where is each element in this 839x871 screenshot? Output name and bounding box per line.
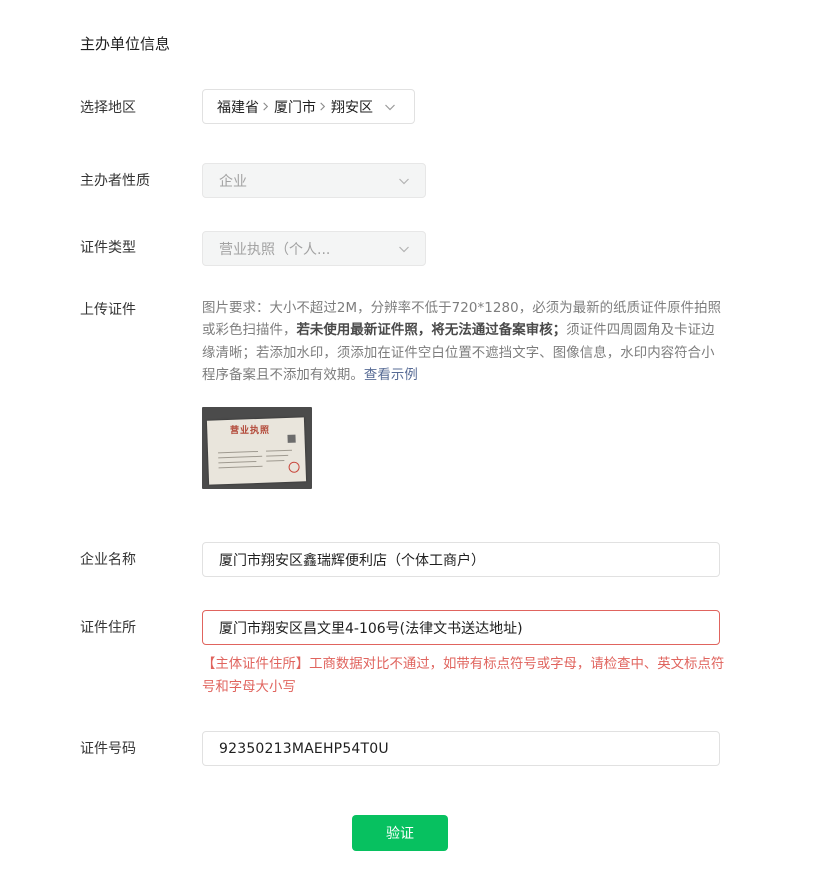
cert-address-value: 厦门市翔安区昌文里4-106号(法律文书送达地址)	[219, 620, 523, 637]
nature-label: 主办者性质	[80, 173, 150, 189]
official-seal-icon	[288, 461, 300, 473]
cert-number-label: 证件号码	[80, 741, 136, 757]
section-title: 主办单位信息	[80, 35, 171, 53]
view-example-link[interactable]: 查看示例	[364, 368, 418, 383]
chevron-right-icon	[320, 102, 326, 111]
cert-number-input[interactable]: 92350213MAEHP54T0U	[202, 731, 720, 766]
chevron-right-icon	[263, 102, 269, 111]
license-qr	[287, 434, 296, 443]
cert-type-select[interactable]: 营业执照（个人...	[202, 231, 426, 266]
verify-button[interactable]: 验证	[352, 815, 448, 851]
nature-value: 企业	[219, 173, 247, 190]
cert-type-label: 证件类型	[80, 240, 136, 256]
upload-label: 上传证件	[80, 302, 136, 318]
chevron-down-icon	[399, 178, 409, 184]
region-province[interactable]: 福建省	[217, 97, 259, 117]
region-city[interactable]: 厦门市	[274, 97, 316, 117]
cert-address-error: 【主体证件住所】工商数据对比不通过，如带有标点符号或字母，请检查中、英文标点符号…	[202, 657, 725, 695]
chevron-down-icon	[399, 246, 409, 252]
region-selector[interactable]: 福建省 厦门市 翔安区	[202, 89, 415, 124]
region-label: 选择地区	[80, 100, 136, 116]
nature-select[interactable]: 企业	[202, 163, 426, 198]
cert-type-value: 营业执照（个人...	[219, 241, 331, 258]
company-name-input[interactable]: 厦门市翔安区鑫瑞辉便利店（个体工商户）	[202, 542, 720, 577]
upload-description: 图片要求：大小不超过2M，分辨率不低于720*1280，必须为最新的纸质证件原件…	[202, 298, 727, 387]
uploaded-license-thumbnail[interactable]: 营业执照	[202, 407, 312, 489]
region-district[interactable]: 翔安区	[331, 97, 373, 117]
upload-desc-warning: 若未使用最新证件照，将无法通过备案审核；	[296, 323, 567, 339]
cert-address-input[interactable]: 厦门市翔安区昌文里4-106号(法律文书送达地址)	[202, 610, 720, 645]
company-name-value: 厦门市翔安区鑫瑞辉便利店（个体工商户）	[219, 552, 485, 569]
chevron-down-icon	[385, 104, 395, 110]
cert-number-value: 92350213MAEHP54T0U	[219, 740, 389, 757]
cert-address-label: 证件住所	[80, 620, 136, 636]
license-heading: 营业执照	[230, 426, 271, 436]
company-name-label: 企业名称	[80, 552, 136, 568]
